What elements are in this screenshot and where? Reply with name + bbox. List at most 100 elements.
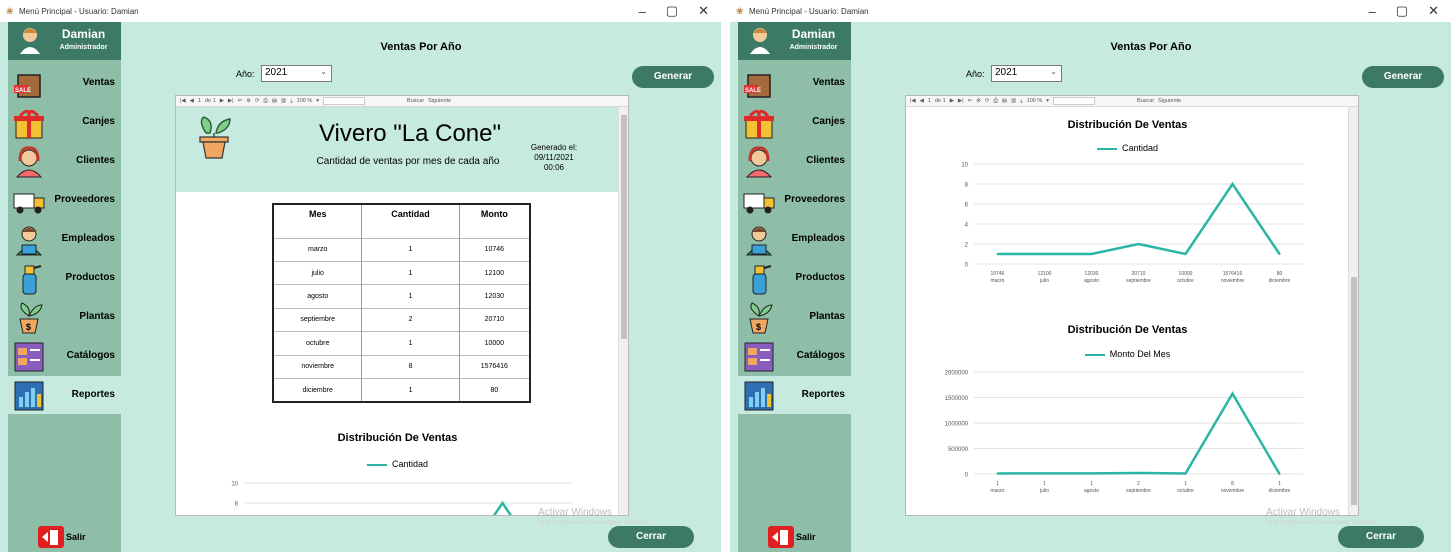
prev-page-icon[interactable]: ◀	[920, 98, 924, 104]
x-tick-value: 12030	[1085, 271, 1099, 277]
sidebar-item-reportes[interactable]: Reportes	[8, 376, 121, 414]
sidebar-item-clientes[interactable]: Clientes	[738, 142, 851, 180]
sidebar-item-proveedores[interactable]: Proveedores	[738, 181, 851, 219]
export-icon[interactable]: ⤓	[290, 98, 292, 105]
data-point	[1137, 243, 1140, 245]
y-tick-label: 6	[965, 203, 969, 209]
find-next-button[interactable]: Siguiente	[428, 98, 451, 104]
table-body: marzo 1 10746 julio 1 12100 agosto 1 12030 septie…	[273, 237, 531, 402]
stop-icon[interactable]: ⊗	[976, 98, 981, 104]
refresh-icon[interactable]: ⟳	[985, 98, 990, 104]
scroll-thumb[interactable]	[1351, 277, 1357, 505]
stop-icon[interactable]: ⊗	[246, 98, 251, 104]
legend-swatch	[1096, 147, 1117, 150]
sidebar-item-label: Clientes	[76, 155, 115, 166]
maximize-icon[interactable]: ▢	[1396, 3, 1408, 19]
page-number[interactable]: 1	[928, 98, 931, 104]
table-cell: agosto	[273, 284, 363, 309]
chart-legend: Cantidad	[176, 459, 619, 469]
refresh-icon[interactable]: ⟳	[255, 98, 260, 104]
sidebar-item-catalogos[interactable]: Catálogos	[738, 337, 851, 375]
cerrar-button[interactable]: Cerrar	[608, 526, 694, 548]
sidebar-item-productos[interactable]: Productos	[8, 259, 121, 297]
sidebar-item-proveedores[interactable]: Proveedores	[8, 181, 121, 219]
plant-pot-icon: $	[19, 302, 43, 334]
year-select[interactable]: 2021 ⌄	[991, 65, 1062, 82]
salir-button[interactable]: Salir	[738, 522, 851, 552]
find-next-button[interactable]: Siguiente	[1158, 98, 1181, 104]
sidebar-item-label: Ventas	[812, 77, 845, 88]
last-page-icon[interactable]: ▶|	[228, 98, 234, 104]
y-tick-label: 2	[965, 243, 969, 249]
viewer-scrollbar[interactable]	[618, 107, 628, 515]
zoom-chevron-icon[interactable]: ▾	[1046, 98, 1049, 104]
print-icon[interactable]: ⎙	[993, 98, 997, 105]
table-cell: octubre	[273, 331, 363, 356]
generar-button[interactable]: Generar	[1362, 66, 1444, 88]
export-icon[interactable]: ⤓	[1020, 98, 1022, 105]
page-setup-icon[interactable]: ▥	[281, 98, 286, 104]
find-input[interactable]	[1053, 97, 1096, 105]
svg-text:$: $	[756, 322, 761, 332]
sidebar-item-empleados[interactable]: Empleados	[738, 220, 851, 258]
back-icon[interactable]: ⇐	[968, 98, 973, 104]
activation-watermark: Activar Windows Ve a Configuración para a…	[538, 508, 649, 528]
find-input[interactable]	[323, 97, 366, 105]
sidebar-item-label: Reportes	[71, 389, 115, 400]
page-number[interactable]: 1	[198, 98, 201, 104]
find-button[interactable]: Buscar	[407, 98, 424, 104]
sidebar-item-reportes[interactable]: Reportes	[738, 376, 851, 414]
zoom-select[interactable]: 100 %	[1027, 98, 1043, 104]
last-page-icon[interactable]: ▶|	[958, 98, 964, 104]
x-tick-value: 1	[1278, 481, 1281, 487]
salir-button[interactable]: Salir	[8, 522, 121, 552]
x-tick-value: 20710	[1132, 271, 1146, 277]
back-icon[interactable]: ⇐	[238, 98, 243, 104]
prev-page-icon[interactable]: ◀	[190, 98, 194, 104]
sidebar-item-catalogos[interactable]: Catálogos	[8, 337, 121, 375]
sidebar-item-empleados[interactable]: Empleados	[8, 220, 121, 258]
year-select[interactable]: 2021 ⌄	[261, 65, 332, 82]
layout-icon[interactable]: ▤	[1002, 98, 1007, 104]
sidebar-item-ventas[interactable]: SALE Ventas	[738, 64, 851, 102]
sidebar-item-productos[interactable]: Productos	[738, 259, 851, 297]
layout-icon[interactable]: ▤	[272, 98, 277, 104]
print-icon[interactable]: ⎙	[263, 98, 267, 105]
x-tick-label: diciembre	[1269, 488, 1291, 494]
minimize-icon[interactable]: –	[639, 4, 646, 19]
page-setup-icon[interactable]: ▥	[1011, 98, 1016, 104]
table-cell: 1	[361, 331, 460, 356]
zoom-select[interactable]: 100 %	[297, 98, 313, 104]
sidebar-item-label: Plantas	[79, 311, 115, 322]
x-tick-label: julio	[1039, 488, 1049, 494]
close-icon[interactable]: ✕	[1428, 3, 1439, 19]
scroll-thumb[interactable]	[621, 115, 627, 339]
next-page-icon[interactable]: ▶	[220, 98, 224, 104]
minimize-icon[interactable]: –	[1369, 4, 1376, 19]
table-cell: septiembre	[273, 307, 363, 332]
zoom-chevron-icon[interactable]: ▾	[316, 98, 319, 104]
sidebar-item-plantas[interactable]: $ Plantas	[8, 298, 121, 336]
first-page-icon[interactable]: |◀	[910, 98, 916, 104]
app-icon: ❀	[736, 6, 744, 16]
find-button[interactable]: Buscar	[1137, 98, 1154, 104]
sidebar-item-canjes[interactable]: Canjes	[8, 103, 121, 141]
employee-icon	[15, 226, 43, 256]
sidebar-item-canjes[interactable]: Canjes	[738, 103, 851, 141]
first-page-icon[interactable]: |◀	[180, 98, 186, 104]
viewer-scrollbar[interactable]	[1348, 107, 1358, 515]
sidebar-item-ventas[interactable]: SALE Ventas	[8, 64, 121, 102]
sidebar-item-label: Plantas	[809, 311, 845, 322]
sidebar-item-clientes[interactable]: Clientes	[8, 142, 121, 180]
table-cell: julio	[273, 260, 363, 285]
y-tick-label: 0	[965, 473, 969, 479]
next-page-icon[interactable]: ▶	[950, 98, 954, 104]
activation-watermark: Activar Windows Ve a Configuración para a…	[1266, 508, 1377, 528]
maximize-icon[interactable]: ▢	[666, 3, 678, 19]
generar-button[interactable]: Generar	[632, 66, 714, 88]
x-tick-label: septiembre	[1126, 488, 1151, 494]
chevron-down-icon: ⌄	[1050, 67, 1057, 76]
close-icon[interactable]: ✕	[698, 3, 709, 19]
cerrar-button[interactable]: Cerrar	[1338, 526, 1424, 548]
sidebar-item-plantas[interactable]: $ Plantas	[738, 298, 851, 336]
